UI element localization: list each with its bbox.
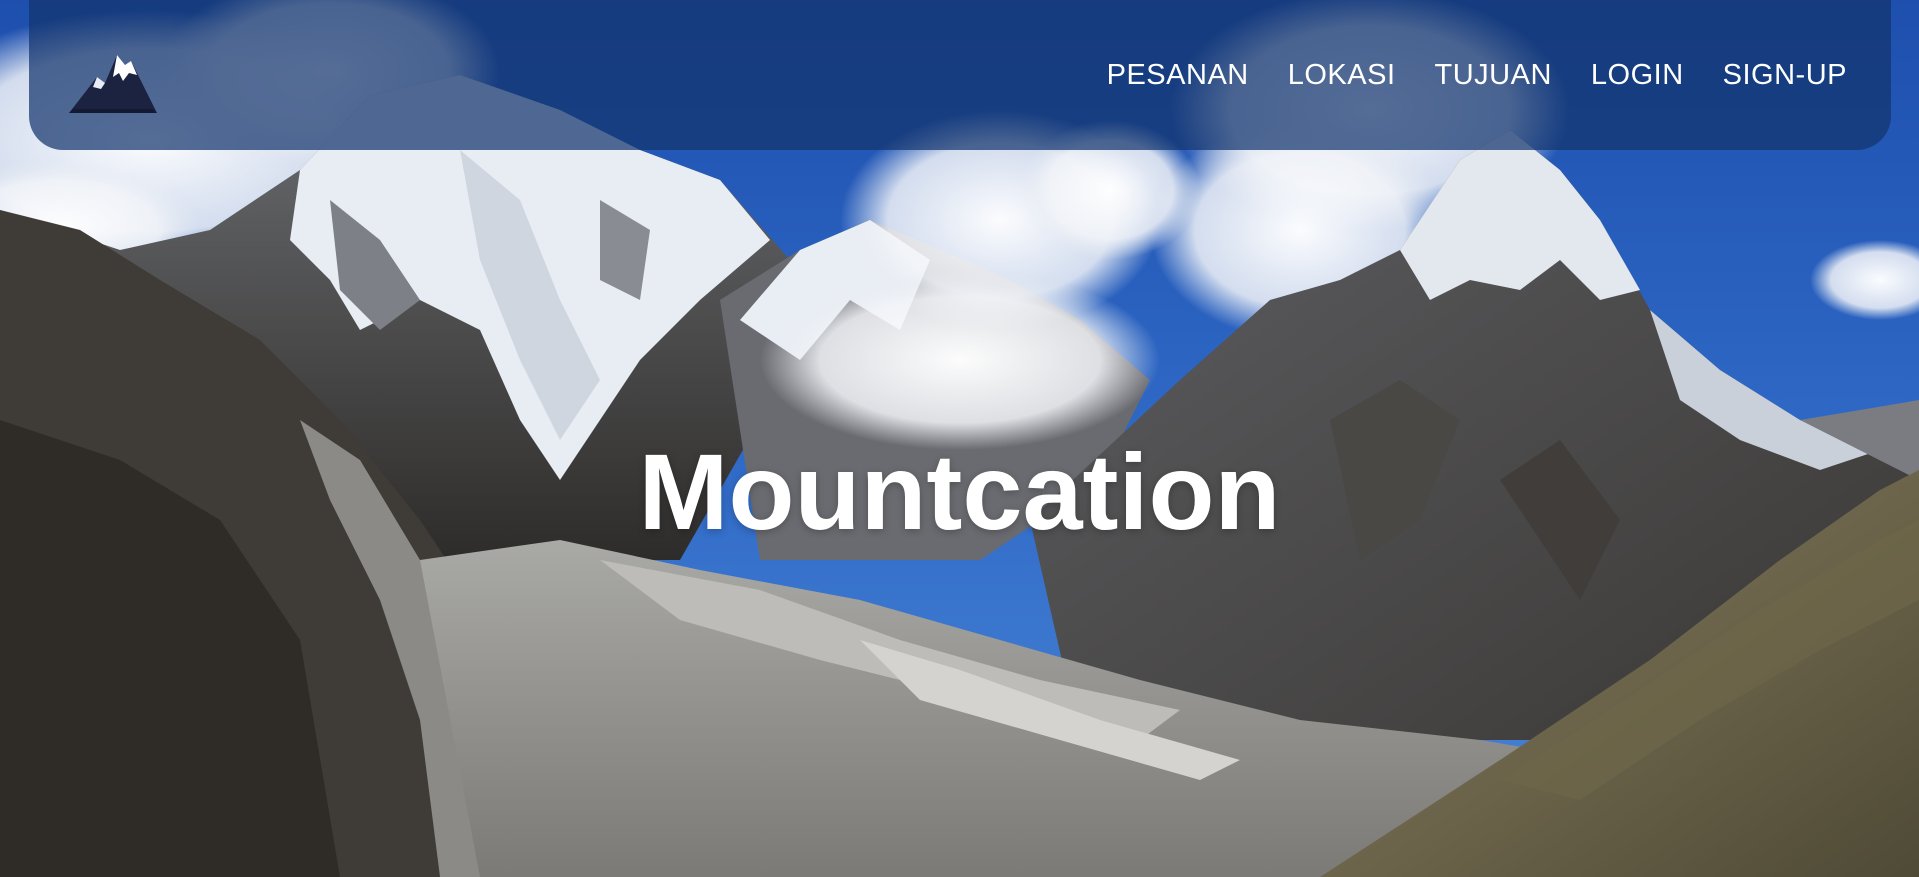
nav-link-login[interactable]: LOGIN xyxy=(1591,59,1684,92)
hero-section: PESANAN LOKASI TUJUAN LOGIN SIGN-UP Moun… xyxy=(0,0,1919,877)
nav-link-lokasi[interactable]: LOKASI xyxy=(1288,59,1396,92)
nav-link-pesanan[interactable]: PESANAN xyxy=(1107,59,1249,92)
nav-link-tujuan[interactable]: TUJUAN xyxy=(1435,59,1552,92)
nav-link-sign-up[interactable]: SIGN-UP xyxy=(1723,59,1847,92)
hero-title: Mountcation xyxy=(638,431,1281,552)
nav-menu: PESANAN LOKASI TUJUAN LOGIN SIGN-UP xyxy=(1107,59,1847,92)
mountain-logo-icon[interactable] xyxy=(67,47,159,117)
top-navbar: PESANAN LOKASI TUJUAN LOGIN SIGN-UP xyxy=(29,0,1891,150)
